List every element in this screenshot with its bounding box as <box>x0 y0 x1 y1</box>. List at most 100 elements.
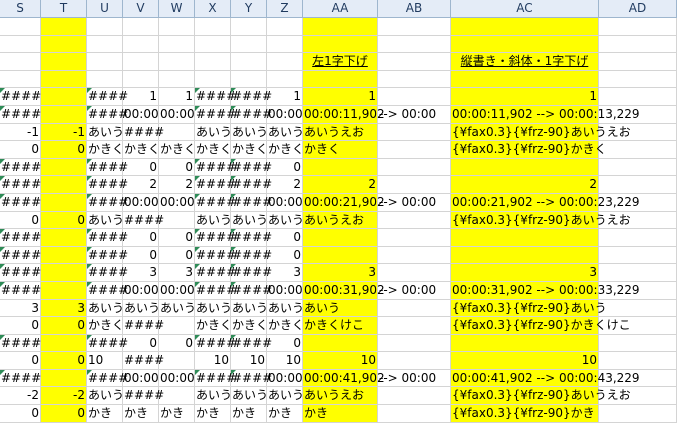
cell-x[interactable]: #### <box>195 281 236 300</box>
cell-w[interactable]: 00:00 <box>159 105 195 124</box>
cell-v[interactable]: 00:00 <box>123 369 159 388</box>
cell-aa[interactable] <box>303 70 378 89</box>
cell-y[interactable]: かきく <box>231 317 268 335</box>
cell-ac[interactable]: {¥fax0.3}{¥frz-90}あいうえお <box>451 211 631 230</box>
column-header-z[interactable]: Z <box>267 0 303 18</box>
cell-u[interactable] <box>87 53 123 71</box>
cell-ad[interactable] <box>599 229 677 247</box>
cell-aa[interactable] <box>303 334 378 353</box>
cell-y[interactable]: あいう <box>231 299 268 318</box>
cell-u[interactable]: あいう <box>87 387 124 406</box>
cell-s[interactable]: 0 <box>0 317 41 335</box>
cell-x[interactable]: #### <box>195 264 236 282</box>
cell-ab[interactable] <box>378 299 451 318</box>
cell-v[interactable]: 00:00 <box>123 193 159 212</box>
cell-w[interactable]: 0 <box>159 158 195 177</box>
cell-w[interactable] <box>159 211 195 230</box>
cell-w[interactable] <box>159 53 195 71</box>
cell-aa[interactable]: かきく <box>303 141 378 159</box>
cell-x[interactable]: #### <box>195 193 236 212</box>
cell-t[interactable] <box>41 281 87 300</box>
cell-w[interactable] <box>159 35 195 54</box>
cell-x[interactable]: 10 <box>195 352 231 370</box>
cell-z[interactable]: 0 <box>267 158 303 177</box>
cell-x[interactable]: #### <box>195 369 236 388</box>
cell-v[interactable] <box>123 70 159 89</box>
cell-z[interactable]: 00:00 <box>267 193 303 212</box>
cell-t[interactable] <box>41 176 87 194</box>
cell-y[interactable]: #### <box>231 264 272 282</box>
cell-s[interactable] <box>0 35 41 54</box>
cell-t[interactable]: 0 <box>41 352 87 370</box>
cell-z[interactable]: 0 <box>267 246 303 265</box>
cell-t[interactable] <box>41 246 87 265</box>
column-header-ac[interactable]: AC <box>451 0 599 18</box>
cell-t[interactable]: -1 <box>41 123 87 142</box>
cell-u[interactable]: 10 <box>87 352 123 370</box>
cell-s[interactable]: 0 <box>0 352 41 370</box>
cell-w[interactable]: 00:00 <box>159 281 195 300</box>
cell-s[interactable]: #### <box>0 281 41 300</box>
cell-ac[interactable] <box>451 334 599 353</box>
cell-u[interactable]: かきく <box>87 317 124 335</box>
cell-w[interactable]: 0 <box>159 334 195 353</box>
cell-w[interactable]: 2 <box>159 176 195 194</box>
cell-s[interactable] <box>0 53 41 71</box>
cell-u[interactable]: #### <box>87 88 128 106</box>
cell-s[interactable] <box>0 70 41 89</box>
cell-y[interactable]: あいう <box>231 123 268 142</box>
cell-ab[interactable] <box>378 405 451 423</box>
cell-t[interactable] <box>41 193 87 212</box>
cell-v[interactable]: 00:00 <box>123 281 159 300</box>
column-header-u[interactable]: U <box>87 0 123 18</box>
cell-ac[interactable] <box>451 35 599 54</box>
cell-z[interactable]: かき <box>267 405 303 423</box>
cell-ac[interactable]: 1 <box>451 88 599 106</box>
cell-ab[interactable] <box>378 141 451 159</box>
cell-s[interactable]: 0 <box>0 141 41 159</box>
cell-y[interactable]: #### <box>231 334 272 353</box>
cell-ad[interactable] <box>599 158 677 177</box>
cell-ac[interactable]: {¥fax0.3}{¥frz-90}あいうえお <box>451 387 631 406</box>
cell-v[interactable]: #### <box>123 387 164 406</box>
cell-z[interactable]: あいう <box>267 211 304 230</box>
column-header-ad[interactable]: AD <box>599 0 677 18</box>
cell-x[interactable] <box>195 18 231 36</box>
cell-x[interactable]: #### <box>195 246 236 265</box>
cell-v[interactable]: あいう <box>123 299 160 318</box>
cell-ad[interactable] <box>599 246 677 265</box>
cell-ab[interactable] <box>378 352 451 370</box>
cell-aa[interactable]: 1 <box>303 88 378 106</box>
cell-s[interactable]: -2 <box>0 387 41 406</box>
cell-x[interactable]: #### <box>195 105 236 124</box>
cell-s[interactable]: 3 <box>0 299 41 318</box>
column-header-ab[interactable]: AB <box>378 0 451 18</box>
cell-z[interactable]: あいう <box>267 123 304 142</box>
cell-y[interactable]: #### <box>231 369 272 388</box>
cell-s[interactable]: -1 <box>0 123 41 142</box>
cell-v[interactable]: 3 <box>123 264 159 282</box>
cell-w[interactable] <box>159 18 195 36</box>
cell-aa[interactable]: かきくけこ <box>303 317 378 335</box>
cell-aa[interactable]: 10 <box>303 352 378 370</box>
cell-ab[interactable] <box>378 176 451 194</box>
cell-s[interactable]: #### <box>0 176 41 194</box>
cell-ab[interactable] <box>378 35 451 54</box>
cell-ac[interactable]: {¥fax0.3}{¥frz-90}あいうえお <box>451 123 631 142</box>
cell-s[interactable]: #### <box>0 193 41 212</box>
cell-ab[interactable] <box>378 123 451 142</box>
cell-y[interactable]: 10 <box>231 352 267 370</box>
cell-aa[interactable]: 00:00:31,902 <box>303 281 385 300</box>
cell-ac[interactable] <box>451 246 599 265</box>
cell-t[interactable]: 3 <box>41 299 87 318</box>
cell-aa[interactable]: 左1字下げ <box>303 53 378 71</box>
cell-u[interactable]: #### <box>87 176 128 194</box>
cell-t[interactable] <box>41 229 87 247</box>
cell-ad[interactable] <box>599 18 677 36</box>
cell-v[interactable]: #### <box>123 123 164 142</box>
cell-aa[interactable] <box>303 158 378 177</box>
cell-s[interactable]: #### <box>0 105 41 124</box>
cell-w[interactable]: 3 <box>159 264 195 282</box>
cell-w[interactable]: かきく <box>159 141 196 159</box>
cell-aa[interactable]: 00:00:11,902 <box>303 105 385 124</box>
